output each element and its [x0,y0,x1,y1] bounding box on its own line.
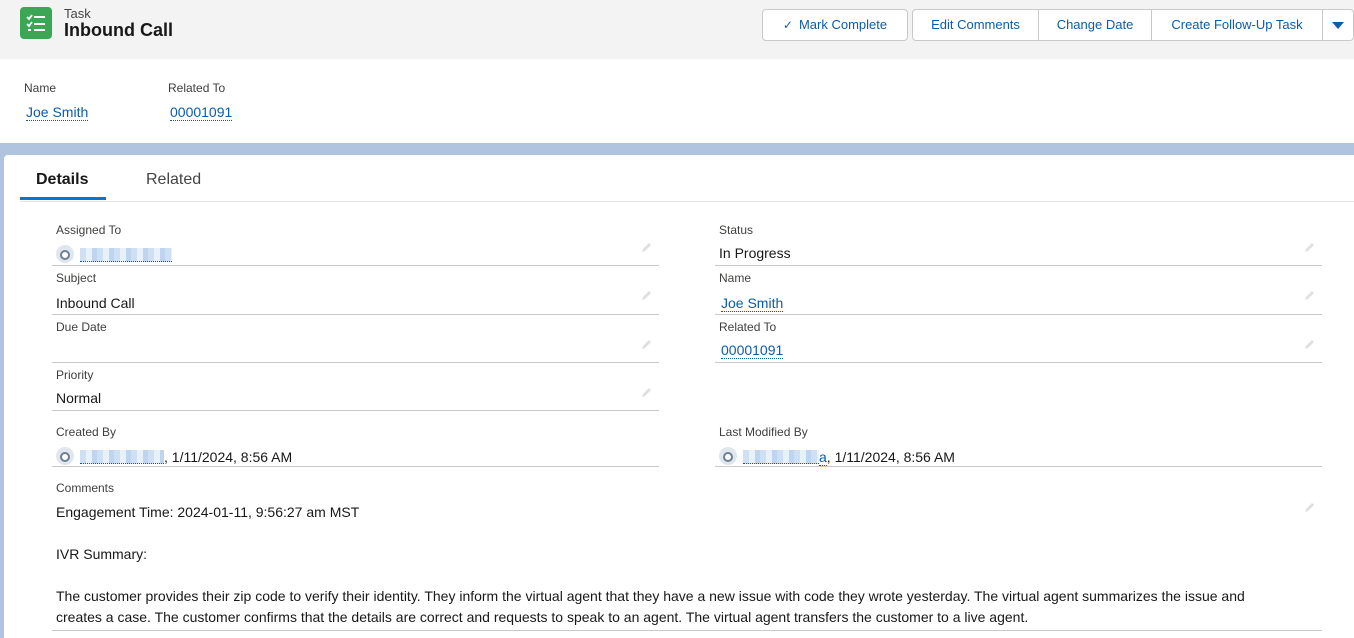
name-value: Joe Smith [719,295,784,312]
created-by-user-link[interactable] [80,450,164,464]
due-date-label: Due Date [56,320,107,334]
mark-complete-label: Mark Complete [798,17,888,32]
user-avatar-icon [56,245,74,263]
last-modified-by-user-link[interactable] [743,450,819,464]
edit-comments-button[interactable]: Edit Comments [912,9,1039,41]
assigned-to-value [56,245,172,263]
user-avatar-icon [56,447,74,465]
highlight-name-link[interactable]: Joe Smith [26,104,89,121]
last-modified-by-user-suffix[interactable]: a [819,449,827,466]
related-to-value: 00001091 [719,342,784,359]
edit-pencil-icon[interactable] [1304,289,1316,301]
highlight-related-link[interactable]: 00001091 [170,104,233,121]
status-label: Status [719,223,754,237]
created-by-label: Created By [56,425,117,439]
active-tab-indicator [20,197,106,200]
status-value: In Progress [719,245,791,261]
edit-pencil-icon[interactable] [1304,241,1316,253]
related-to-field: Related To 00001091 [715,320,1322,363]
created-by-value: , 1/11/2024, 8:56 AM [56,447,292,465]
user-avatar-icon [719,447,737,465]
last-modified-by-label: Last Modified By [719,425,808,439]
comments-block: Comments Engagement Time: 2024-01-11, 9:… [52,481,1322,631]
check-icon: ✓ [782,18,793,32]
mark-complete-button[interactable]: ✓ Mark Complete [762,9,908,41]
change-date-button[interactable]: Change Date [1038,9,1152,41]
subject-label: Subject [56,271,97,285]
name-label: Name [719,271,752,285]
edit-pencil-icon[interactable] [1304,501,1316,513]
edit-pencil-icon[interactable] [641,289,653,301]
record-header: Task Inbound Call ✓ Mark Complete Edit Co… [0,0,1354,59]
subject-field: Subject Inbound Call [52,271,659,315]
highlight-related-label: Related To [168,81,226,95]
tab-bar: Details Related [20,155,1354,202]
assigned-to-label: Assigned To [56,223,122,237]
comments-label-text: Comments [56,481,115,495]
comments-line-1: Engagement Time: 2024-01-11, 9:56:27 am … [56,504,360,520]
task-list-icon [26,14,45,31]
comments-line-3: The customer provides their zip code to … [56,588,1245,604]
last-modified-by-date: , 1/11/2024, 8:56 AM [826,449,955,465]
created-by-field: Created By , 1/11/2024, 8:56 AM [52,425,659,467]
related-to-link[interactable]: 00001091 [721,342,784,359]
highlights-panel: Task Inbound Call ✓ Mark Complete Edit Co… [0,0,1354,143]
highlight-name-label: Name [24,81,57,95]
chevron-down-icon [1332,22,1344,30]
status-field: Status In Progress [715,223,1322,266]
priority-field: Priority Normal [52,368,659,411]
related-to-label: Related To [719,320,777,334]
name-link[interactable]: Joe Smith [721,295,784,312]
comments-line-2: IVR Summary: [56,546,148,562]
priority-label: Priority [56,368,94,382]
tab-related[interactable]: Related [146,171,201,189]
due-date-field: Due Date [52,320,659,363]
edit-pencil-icon[interactable] [641,338,653,350]
edit-pencil-icon[interactable] [641,241,653,253]
create-follow-up-task-button[interactable]: Create Follow-Up Task [1151,9,1323,41]
tab-details[interactable]: Details [36,171,88,189]
edit-pencil-icon[interactable] [641,386,653,398]
priority-value: Normal [56,390,102,406]
last-modified-by-field: Last Modified By a, 1/11/2024, 8:56 AM [715,425,1322,467]
assigned-to-user-link[interactable] [80,248,172,262]
comments-line-4: creates a case. The customer confirms th… [56,609,1029,625]
object-type-label: Task [64,6,91,21]
assigned-to-field: Assigned To [52,223,659,266]
more-actions-button[interactable] [1322,9,1354,41]
subject-value: Inbound Call [56,295,135,311]
task-icon [20,7,52,39]
edit-pencil-icon[interactable] [1304,338,1316,350]
last-modified-by-value: a, 1/11/2024, 8:56 AM [719,447,955,466]
created-by-date: , 1/11/2024, 8:56 AM [164,449,293,465]
page-title: Inbound Call [64,20,173,40]
name-field: Name Joe Smith [715,271,1322,315]
